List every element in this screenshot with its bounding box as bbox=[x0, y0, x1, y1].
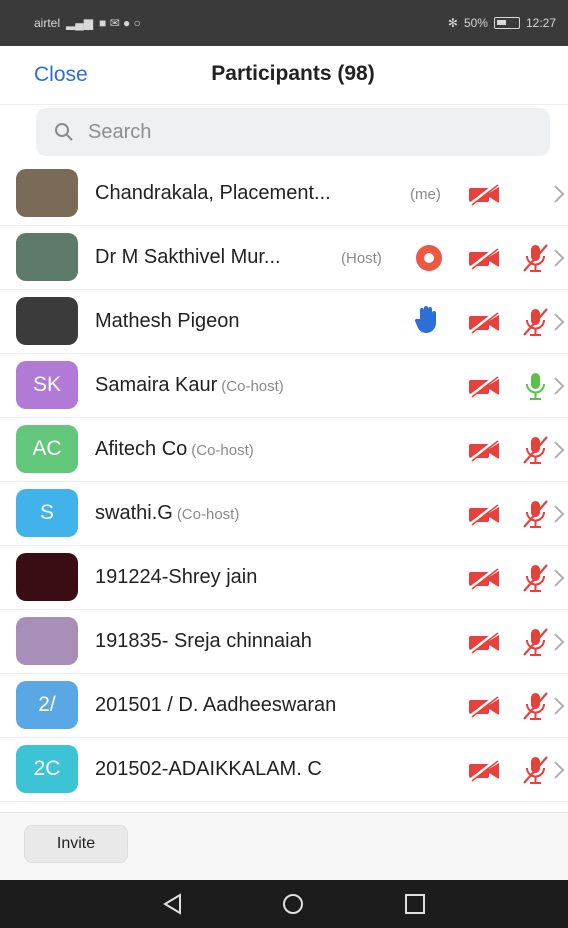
home-icon[interactable] bbox=[280, 892, 306, 916]
avatar: 2/ bbox=[16, 681, 78, 729]
status-right: ✻ 50% 12:27 bbox=[448, 16, 556, 30]
participant-role: (Co-host) bbox=[221, 378, 284, 395]
recents-icon[interactable] bbox=[402, 892, 428, 916]
page-title: Participants (98) bbox=[211, 62, 375, 85]
avatar: SK bbox=[16, 361, 78, 409]
mic-muted-icon[interactable] bbox=[520, 626, 550, 658]
participant-list[interactable]: Chandrakala, Placement... (me) Dr M Sakthi… bbox=[0, 162, 568, 812]
avatar: AC bbox=[16, 425, 78, 473]
participant-name: Afitech Co bbox=[95, 438, 188, 460]
header: Close Participants (98) bbox=[0, 46, 568, 105]
participant-name: Mathesh Pigeon bbox=[95, 310, 240, 332]
invite-button[interactable]: Invite bbox=[24, 825, 128, 863]
mic-muted-icon[interactable] bbox=[520, 434, 550, 466]
participant-row[interactable]: Chandrakala, Placement... (me) bbox=[0, 162, 568, 226]
avatar bbox=[16, 617, 78, 665]
status-left: airtel ▂▄▆ ■ ✉ ● ○ bbox=[34, 16, 141, 30]
participant-name-wrap: swathi.G (Co-host) bbox=[95, 502, 239, 525]
video-off-icon[interactable] bbox=[466, 502, 502, 526]
mic-on-icon[interactable] bbox=[520, 370, 550, 402]
participant-name-wrap: Samaira Kaur (Co-host) bbox=[95, 374, 284, 397]
chevron-right-icon[interactable] bbox=[552, 502, 566, 526]
chevron-right-icon[interactable] bbox=[552, 758, 566, 782]
participant-row[interactable]: AC Afitech Co (Co-host) bbox=[0, 418, 568, 482]
mic-muted-icon[interactable] bbox=[520, 242, 550, 274]
avatar: 2C bbox=[16, 745, 78, 793]
mic-muted-icon[interactable] bbox=[520, 306, 550, 338]
video-off-icon[interactable] bbox=[466, 310, 502, 334]
chevron-right-icon[interactable] bbox=[552, 438, 566, 462]
chevron-right-icon[interactable] bbox=[552, 182, 566, 206]
chevron-right-icon[interactable] bbox=[552, 374, 566, 398]
video-off-icon[interactable] bbox=[466, 758, 502, 782]
video-off-icon[interactable] bbox=[466, 182, 502, 206]
notification-icons: ■ ✉ ● ○ bbox=[98, 16, 141, 30]
mic-muted-icon[interactable] bbox=[520, 690, 550, 722]
participant-name-wrap: Chandrakala, Placement... bbox=[95, 182, 331, 205]
chevron-right-icon[interactable] bbox=[552, 310, 566, 334]
avatar bbox=[16, 297, 78, 345]
participant-row[interactable]: Mathesh Pigeon bbox=[0, 290, 568, 354]
back-icon[interactable] bbox=[160, 892, 186, 916]
participant-tag: (Host) bbox=[341, 250, 382, 267]
android-nav-bar bbox=[0, 880, 568, 928]
participant-row[interactable]: 2C 201502-ADAIKKALAM. C bbox=[0, 738, 568, 802]
chevron-right-icon[interactable] bbox=[552, 694, 566, 718]
chevron-right-icon[interactable] bbox=[552, 566, 566, 590]
participant-name: Chandrakala, Placement... bbox=[95, 182, 331, 204]
participant-name-wrap: Dr M Sakthivel Mur... bbox=[95, 246, 281, 269]
participant-name: Samaira Kaur bbox=[95, 374, 218, 396]
search-icon bbox=[55, 123, 73, 141]
search-input[interactable] bbox=[86, 119, 510, 145]
battery-percent: 50% bbox=[463, 16, 488, 30]
participant-name: Dr M Sakthivel Mur... bbox=[95, 246, 281, 268]
participant-tag: (me) bbox=[410, 186, 441, 203]
participant-row[interactable]: 191224-Shrey jain bbox=[0, 546, 568, 610]
participant-name-wrap: 201501 / D. Aadheeswaran bbox=[95, 694, 336, 717]
participant-name: swathi.G bbox=[95, 502, 173, 524]
participant-name: 191835- Sreja chinnaiah bbox=[95, 630, 312, 652]
mic-muted-icon[interactable] bbox=[520, 562, 550, 594]
avatar bbox=[16, 553, 78, 601]
avatar: S bbox=[16, 489, 78, 537]
battery-icon bbox=[493, 17, 520, 29]
participant-name-wrap: Mathesh Pigeon bbox=[95, 310, 240, 333]
video-off-icon[interactable] bbox=[466, 438, 502, 462]
clock: 12:27 bbox=[525, 16, 556, 30]
signal-icon: ▂▄▆ bbox=[66, 16, 93, 30]
participant-role: (Co-host) bbox=[176, 506, 240, 523]
status-bar: airtel ▂▄▆ ■ ✉ ● ○ ✻ 50% 12:27 bbox=[0, 0, 568, 46]
chevron-right-icon[interactable] bbox=[552, 246, 566, 270]
carrier-label: airtel bbox=[34, 16, 61, 30]
bottom-bar: Invite bbox=[0, 812, 568, 881]
mic-muted-icon[interactable] bbox=[520, 754, 550, 786]
participant-name-wrap: 191835- Sreja chinnaiah bbox=[95, 630, 312, 653]
participant-row[interactable]: Dr M Sakthivel Mur... (Host) bbox=[0, 226, 568, 290]
participant-name: 201501 / D. Aadheeswaran bbox=[95, 694, 337, 716]
mic-muted-icon[interactable] bbox=[520, 498, 550, 530]
participant-role: (Co-host) bbox=[191, 442, 254, 459]
participant-row[interactable]: Sswathi.G (Co-host) bbox=[0, 482, 568, 546]
search-bar[interactable] bbox=[36, 108, 550, 156]
raised-hand-icon bbox=[414, 306, 436, 333]
video-off-icon[interactable] bbox=[466, 566, 502, 590]
bluetooth-icon: ✻ bbox=[447, 16, 458, 30]
avatar bbox=[16, 169, 78, 217]
video-off-icon[interactable] bbox=[466, 246, 502, 270]
participant-row[interactable]: 2/201501 / D. Aadheeswaran bbox=[0, 674, 568, 738]
participant-name: 201502-ADAIKKALAM. C bbox=[95, 758, 322, 780]
participant-row[interactable]: 191835- Sreja chinnaiah bbox=[0, 610, 568, 674]
video-off-icon[interactable] bbox=[466, 694, 502, 718]
participant-name-wrap: 191224-Shrey jain bbox=[95, 566, 257, 589]
video-off-icon[interactable] bbox=[466, 630, 502, 654]
participant-row[interactable]: SK Samaira Kaur (Co-host) bbox=[0, 354, 568, 418]
participant-name-wrap: 201502-ADAIKKALAM. C bbox=[95, 758, 322, 781]
avatar bbox=[16, 233, 78, 281]
participant-name-wrap: Afitech Co (Co-host) bbox=[95, 438, 254, 461]
screen-share-icon bbox=[416, 245, 442, 271]
participant-name: 191224-Shrey jain bbox=[95, 566, 258, 588]
video-off-icon[interactable] bbox=[466, 374, 502, 398]
chevron-right-icon[interactable] bbox=[552, 630, 566, 654]
